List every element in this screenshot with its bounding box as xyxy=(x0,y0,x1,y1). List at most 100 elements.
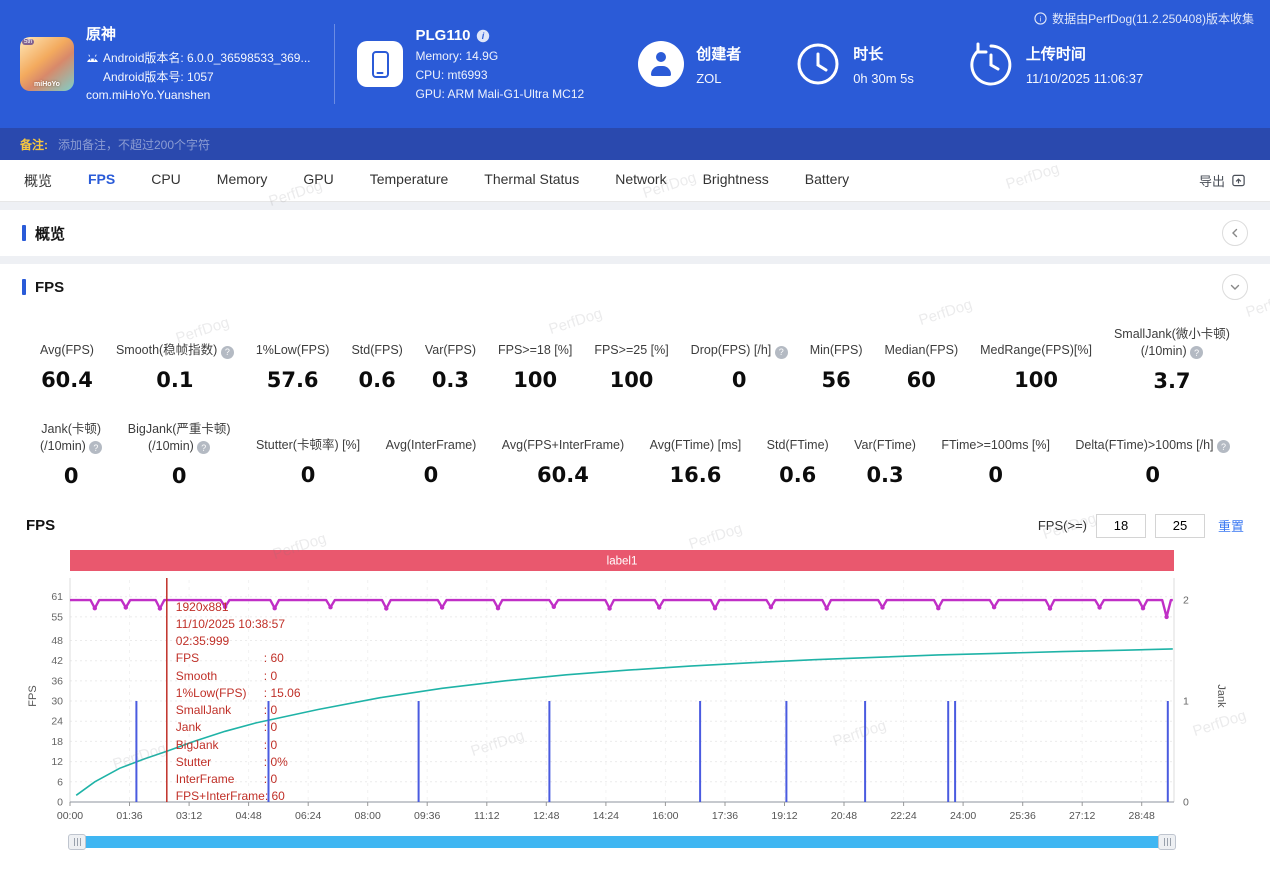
stat-item: SmallJank(微小卡顿)(/10min) ?3.7 xyxy=(1114,326,1230,393)
svg-text:09:36: 09:36 xyxy=(414,810,440,822)
device-info-icon[interactable]: i xyxy=(476,29,490,43)
svg-text:00:00: 00:00 xyxy=(57,810,83,822)
section-gap xyxy=(0,256,1270,264)
stat-label: Avg(InterFrame) xyxy=(386,421,477,454)
help-icon[interactable]: ? xyxy=(775,346,788,359)
help-icon[interactable]: ? xyxy=(89,441,102,454)
stat-label: FPS>=18 [%] xyxy=(498,326,572,359)
tab-fps[interactable]: FPS xyxy=(88,171,115,191)
svg-text:1: 1 xyxy=(1183,695,1189,707)
stat-item: Min(FPS)56 xyxy=(810,326,863,393)
stat-value: 60.4 xyxy=(40,368,94,392)
tab-battery[interactable]: Battery xyxy=(805,171,849,191)
fps-max-input[interactable] xyxy=(1155,514,1205,538)
upload-label: 上传时间 xyxy=(1026,43,1143,64)
help-icon[interactable]: ? xyxy=(1190,346,1203,359)
overview-collapse-button[interactable] xyxy=(1222,220,1248,246)
fps-chart[interactable]: label10612182430364248556100:0001:3603:1… xyxy=(24,550,1246,834)
svg-text:61: 61 xyxy=(51,591,63,603)
tab-概览[interactable]: 概览 xyxy=(24,171,52,191)
scrollbar-right-handle[interactable] xyxy=(1158,834,1176,850)
tab-gpu[interactable]: GPU xyxy=(303,171,333,191)
note-bar: 备注: 添加备注，不超过200个字符 xyxy=(0,128,1270,160)
stat-label: Var(FPS) xyxy=(425,326,476,359)
svg-text:27:12: 27:12 xyxy=(1069,810,1095,822)
stat-item: Delta(FTime)>100ms [/h] ?0 xyxy=(1075,421,1230,488)
duration-label: 时长 xyxy=(853,43,914,64)
fps-min-input[interactable] xyxy=(1096,514,1146,538)
tab-network[interactable]: Network xyxy=(615,171,666,191)
stat-label: FPS>=25 [%] xyxy=(594,326,668,359)
chevron-down-icon xyxy=(1229,281,1241,293)
phone-icon xyxy=(357,41,403,87)
reset-link[interactable]: 重置 xyxy=(1218,516,1244,535)
stat-value: 60.4 xyxy=(502,463,624,487)
device-memory: Memory: 14.9G xyxy=(415,49,584,63)
section-accent xyxy=(22,225,26,241)
svg-text:48: 48 xyxy=(51,635,63,647)
stat-item: Jank(卡顿)(/10min) ?0 xyxy=(40,421,102,488)
stat-item: Stutter(卡顿率) [%] 0 xyxy=(256,421,360,488)
stat-label: FTime>=100ms [%] xyxy=(941,421,1050,454)
stat-item: Smooth(稳帧指数) ?0.1 xyxy=(116,326,234,393)
app-icon-badge: 5th xyxy=(22,39,34,45)
tab-memory[interactable]: Memory xyxy=(217,171,268,191)
android-icon xyxy=(86,54,99,63)
device-cpu: CPU: mt6993 xyxy=(415,68,584,82)
help-icon[interactable]: ? xyxy=(197,441,210,454)
svg-text:16:00: 16:00 xyxy=(652,810,678,822)
stat-label: Jank(卡顿)(/10min) ? xyxy=(40,421,102,455)
note-input[interactable]: 添加备注，不超过200个字符 xyxy=(58,136,210,153)
stat-value: 57.6 xyxy=(256,368,330,392)
stat-label: Std(FPS) xyxy=(351,326,402,359)
clock-icon xyxy=(795,41,841,87)
export-icon xyxy=(1231,173,1246,188)
svg-text:24: 24 xyxy=(51,715,63,727)
stat-value: 56 xyxy=(810,368,863,392)
stat-value: 100 xyxy=(594,368,668,392)
fps-section-title: FPS xyxy=(35,279,1222,296)
stat-item: Var(FTime)0.3 xyxy=(854,421,916,488)
stat-item: Var(FPS)0.3 xyxy=(425,326,476,393)
creator-block: 创建者 ZOL xyxy=(638,41,741,87)
tabs-list: 概览 FPS CPU Memory GPU Temperature Thermal Stat… xyxy=(24,171,1199,191)
tab-temperature[interactable]: Temperature xyxy=(370,171,449,191)
stat-label: Delta(FTime)>100ms [/h] ? xyxy=(1075,421,1230,454)
svg-text:18: 18 xyxy=(51,735,63,747)
fps-collapse-button[interactable] xyxy=(1222,274,1248,300)
creator-icon xyxy=(638,41,684,87)
svg-text:24:00: 24:00 xyxy=(950,810,976,822)
section-gap xyxy=(0,202,1270,210)
app-package: com.miHoYo.Yuanshen xyxy=(86,86,310,105)
svg-text:FPS: FPS xyxy=(27,685,39,706)
svg-text:0: 0 xyxy=(57,796,63,808)
stat-label: Stutter(卡顿率) [%] xyxy=(256,421,360,454)
stat-item: MedRange(FPS)[%]100 xyxy=(980,326,1092,393)
tab-cpu[interactable]: CPU xyxy=(151,171,181,191)
scrollbar-left-handle[interactable] xyxy=(68,834,86,850)
tab-thermal-status[interactable]: Thermal Status xyxy=(484,171,579,191)
stat-label: Std(FTime) xyxy=(767,421,829,454)
svg-text:08:00: 08:00 xyxy=(355,810,381,822)
svg-text:19:12: 19:12 xyxy=(771,810,797,822)
stat-item: 1%Low(FPS)57.6 xyxy=(256,326,330,393)
svg-text:17:36: 17:36 xyxy=(712,810,738,822)
chevron-left-icon xyxy=(1229,227,1241,239)
tab-brightness[interactable]: Brightness xyxy=(703,171,769,191)
duration-block: 时长 0h 30m 5s xyxy=(795,41,914,87)
section-accent xyxy=(22,279,26,295)
chart-range-scrollbar[interactable] xyxy=(70,836,1174,848)
device-model: PLG110 xyxy=(415,27,470,44)
svg-text:i: i xyxy=(1040,14,1042,23)
export-button[interactable]: 导出 xyxy=(1199,171,1246,190)
stat-item: Avg(FPS+InterFrame)60.4 xyxy=(502,421,624,488)
stat-value: 0 xyxy=(256,463,360,487)
history-clock-icon xyxy=(968,41,1014,87)
stat-label: Var(FTime) xyxy=(854,421,916,454)
app-title: 原神 xyxy=(86,23,310,46)
help-icon[interactable]: ? xyxy=(1217,440,1230,453)
stat-item: Drop(FPS) [/h] ?0 xyxy=(691,326,788,393)
help-icon[interactable]: ? xyxy=(221,346,234,359)
svg-text:06:24: 06:24 xyxy=(295,810,321,822)
app-icon: 5th miHoYo xyxy=(20,37,74,91)
